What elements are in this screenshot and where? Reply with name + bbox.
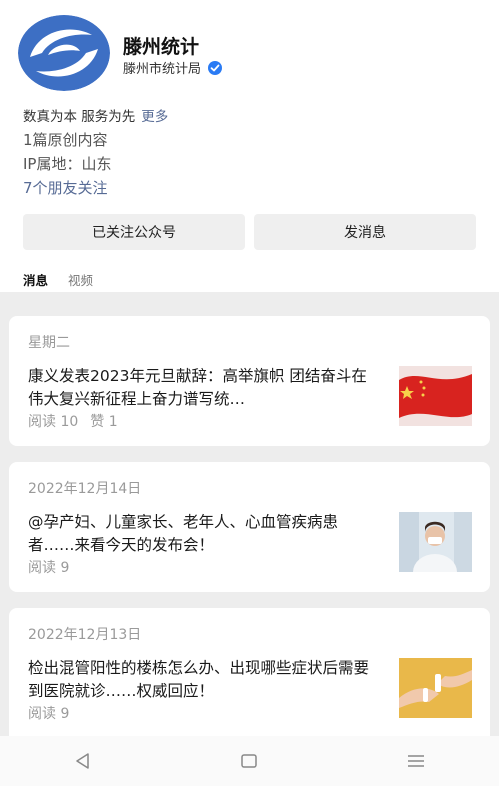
motto-text: 数真为本 服务为先 (23, 109, 136, 125)
friends-following-link[interactable]: 7个朋友关注 (23, 177, 108, 198)
article-meta: 阅读 10 赞 1 (28, 411, 130, 431)
account-avatar[interactable] (18, 15, 110, 91)
article-date: 2022年12月13日 (28, 627, 142, 643)
follow-button[interactable]: 已关注公众号 (23, 214, 245, 250)
send-message-button[interactable]: 发消息 (254, 214, 476, 250)
article-title[interactable]: 康义发表2023年元旦献辞：高举旗帜 团结奋斗在伟大复兴新征程上奋力谱写统… (28, 365, 378, 411)
more-link[interactable]: 更多 (141, 109, 168, 125)
article-meta: 阅读 9 (28, 557, 81, 577)
ip-location: IP属地：山东 (23, 155, 112, 173)
article-card[interactable]: 星期二 康义发表2023年元旦献辞：高举旗帜 团结奋斗在伟大复兴新征程上奋力谱写… (9, 316, 490, 446)
read-count: 阅读 10 (28, 414, 79, 430)
original-count: 1篇原创内容 (23, 131, 108, 149)
back-icon[interactable] (72, 750, 94, 772)
account-organization: 滕州市统计局 (123, 58, 223, 77)
flag-thumbnail-icon[interactable] (399, 366, 472, 426)
like-count: 赞 1 (90, 414, 118, 430)
article-title[interactable]: @孕产妇、儿童家长、老年人、心血管疾病患者……来看今天的发布会！ (28, 511, 378, 557)
organization-label: 滕州市统计局 (123, 62, 202, 77)
article-date: 2022年12月14日 (28, 481, 142, 497)
account-motto: 数真为本 服务为先 更多 (23, 105, 168, 125)
account-name: 滕州统计 (123, 36, 200, 58)
article-feed: 星期二 康义发表2023年元旦献辞：高举旗帜 团结奋斗在伟大复兴新征程上奋力谱写… (0, 292, 499, 736)
menu-icon[interactable] (405, 750, 427, 772)
system-navigation-bar (0, 736, 499, 786)
home-icon[interactable] (238, 750, 260, 772)
article-card[interactable]: 2022年12月14日 @孕产妇、儿童家长、老年人、心血管疾病患者……来看今天的… (9, 462, 490, 592)
verified-badge-icon (208, 60, 223, 75)
masked-person-thumbnail-icon[interactable] (399, 512, 472, 572)
stats-logo-icon (18, 15, 110, 91)
article-meta: 阅读 9 (28, 703, 81, 723)
read-count: 阅读 9 (28, 560, 70, 576)
article-title[interactable]: 检出混管阳性的楼栋怎么办、出现哪些症状后需要到医院就诊……权威回应！ (28, 657, 378, 703)
article-card[interactable]: 2022年12月13日 检出混管阳性的楼栋怎么办、出现哪些症状后需要到医院就诊…… (9, 608, 490, 736)
article-date: 星期二 (28, 335, 70, 351)
hands-thumbnail-icon[interactable] (399, 658, 472, 718)
profile-header: 滕州统计 滕州市统计局 数真为本 服务为先 更多 1篇原创内容 IP属地：山东 7… (0, 0, 499, 296)
read-count: 阅读 9 (28, 706, 70, 722)
